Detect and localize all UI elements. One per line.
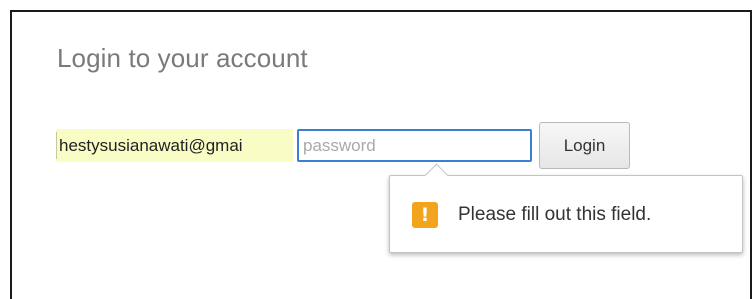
validation-tooltip: ! Please fill out this field. <box>389 163 743 253</box>
email-field[interactable]: hestysusianawati@gmai <box>56 129 293 162</box>
login-button[interactable]: Login <box>539 122 630 169</box>
warning-glyph: ! <box>420 203 430 226</box>
warning-icon: ! <box>412 202 438 228</box>
validation-message: Please fill out this field. <box>458 204 652 225</box>
tooltip-arrow <box>424 163 449 188</box>
password-field[interactable] <box>297 129 532 162</box>
login-panel: Login to your account hestysusianawati@g… <box>10 10 752 299</box>
page-title: Login to your account <box>57 43 308 73</box>
